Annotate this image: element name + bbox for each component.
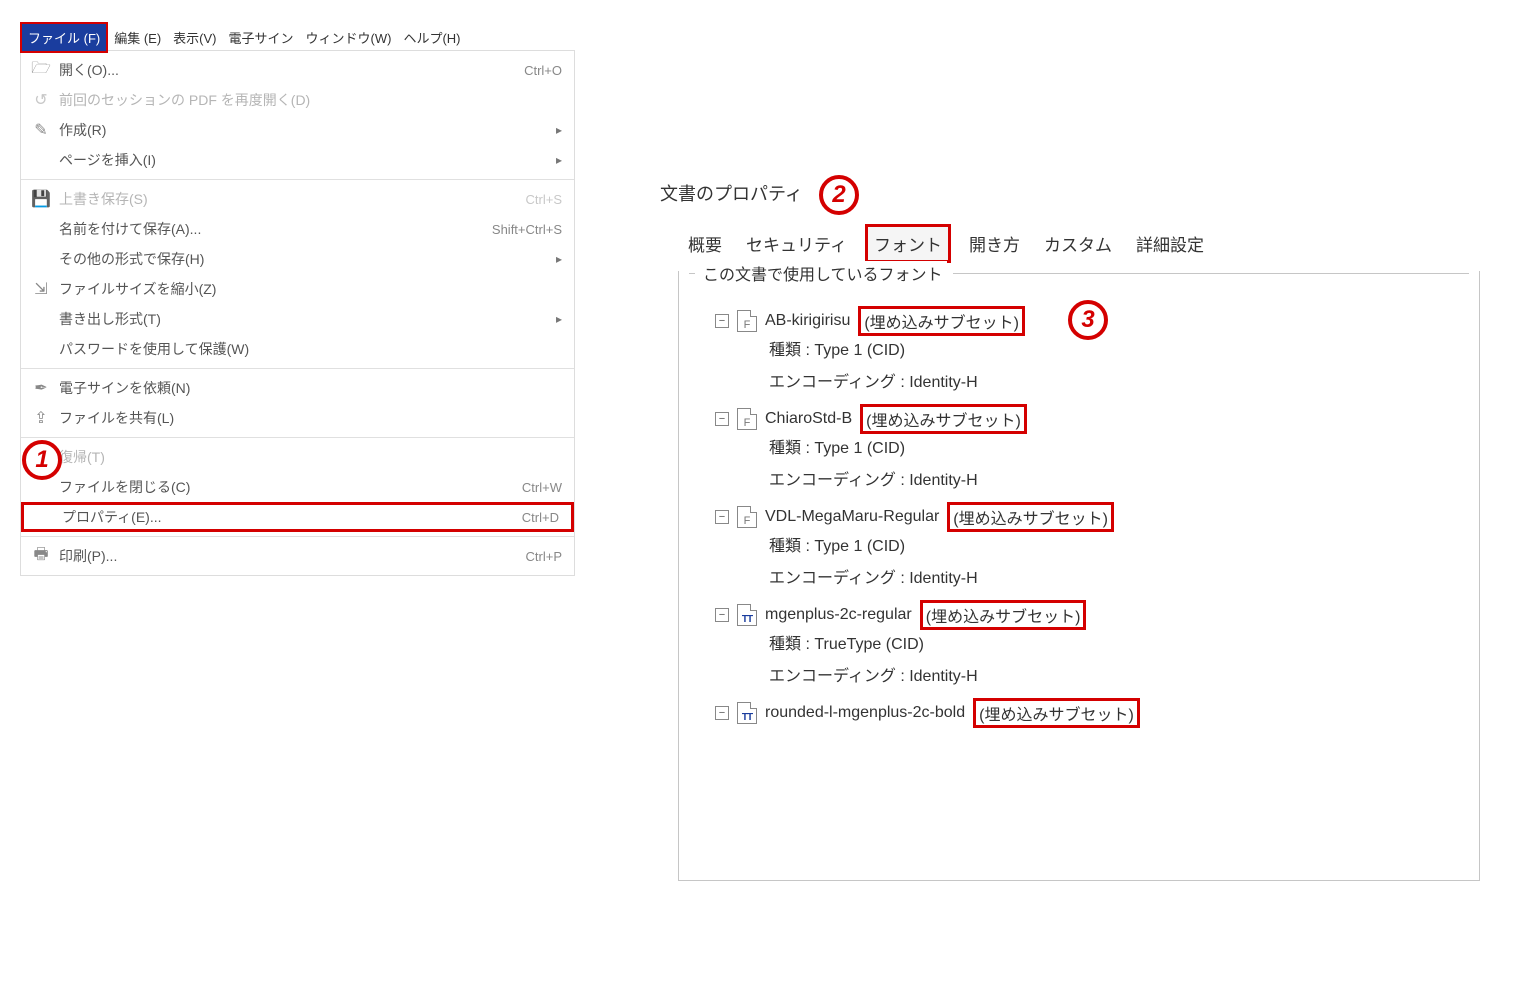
font-name: AB-kirigirisu — [765, 312, 850, 330]
font-encoding: エンコーディング : Identity-H — [769, 661, 1479, 693]
font-node: −TT mgenplus-2c-regular (埋め込みサブセット)種類 : T… — [715, 601, 1479, 693]
file-dropdown: 🗁 開く(O)... Ctrl+O ↺ 前回のセッションの PDF を再度開く(… — [20, 50, 575, 576]
font-name: ChiaroStd-B — [765, 410, 852, 428]
annotation-2: 2 — [819, 175, 859, 215]
fonts-group-title: この文書で使用しているフォント — [699, 261, 947, 285]
font-type: 種類 : Type 1 (CID) — [769, 531, 1479, 563]
file-menu-panel: ファイル (F) 編集 (E) 表示(V) 電子サイン ウィンドウ(W) ヘルプ… — [20, 26, 583, 576]
menubar-item-view[interactable]: 表示(V) — [167, 26, 222, 49]
tab-initial[interactable]: 開き方 — [963, 227, 1026, 260]
font-encoding: エンコーディング : Identity-H — [769, 367, 1479, 399]
folder-open-icon: 🗁 — [29, 57, 53, 84]
dialog-title: 文書のプロパティ — [660, 180, 1480, 224]
collapse-icon[interactable]: − — [715, 510, 729, 524]
share-icon: ⇪ — [29, 408, 53, 428]
signature-icon: ✒ — [29, 378, 53, 398]
menu-protect[interactable]: パスワードを使用して保護(W) — [21, 334, 574, 364]
menu-export[interactable]: 書き出し形式(T) ▸ — [21, 304, 574, 334]
save-icon: 💾 — [29, 189, 53, 209]
reduce-icon: ⇲ — [29, 279, 53, 299]
font-tree: −FAB-kirigirisu (埋め込みサブセット)種類 : Type 1 (… — [679, 307, 1479, 727]
menu-save-other[interactable]: その他の形式で保存(H) ▸ — [21, 244, 574, 274]
menu-reduce-size[interactable]: ⇲ ファイルサイズを縮小(Z) — [21, 274, 574, 304]
menu-close[interactable]: ファイルを閉じる(C) Ctrl+W — [21, 472, 574, 502]
history-icon: ↺ — [29, 90, 53, 110]
menu-save-as[interactable]: 名前を付けて保存(A)... Shift+Ctrl+S — [21, 214, 574, 244]
menu-reopen-last: ↺ 前回のセッションの PDF を再度開く(D) — [21, 85, 574, 115]
menubar-item-edit[interactable]: 編集 (E) — [108, 26, 167, 49]
font-node: −F VDL-MegaMaru-Regular (埋め込みサブセット)種類 : T… — [715, 503, 1479, 595]
font-type: 種類 : TrueType (CID) — [769, 629, 1479, 661]
menu-request-sign[interactable]: ✒ 電子サインを依頼(N) — [21, 373, 574, 403]
chevron-right-icon: ▸ — [550, 252, 562, 266]
annotation-1: 1 — [22, 440, 62, 480]
font-name: mgenplus-2c-regular — [765, 606, 912, 624]
collapse-icon[interactable]: − — [715, 314, 729, 328]
font-detail: 種類 : TrueType (CID)エンコーディング : Identity-H — [715, 629, 1479, 693]
dialog-tabs: 概要 セキュリティ フォント 開き方 カスタム 詳細設定 — [660, 224, 1480, 263]
create-icon: ✎ — [29, 120, 53, 140]
collapse-icon[interactable]: − — [715, 706, 729, 720]
font-node: −TT rounded-l-mgenplus-2c-bold (埋め込みサブセット… — [715, 699, 1479, 727]
truetype-font-icon: TT — [737, 702, 757, 724]
menubar-item-window[interactable]: ウィンドウ(W) — [300, 26, 398, 49]
font-row[interactable]: −F VDL-MegaMaru-Regular (埋め込みサブセット) — [715, 503, 1479, 531]
type1-font-icon: F — [737, 310, 757, 332]
menu-insert-page[interactable]: ページを挿入(I) ▸ — [21, 145, 574, 175]
chevron-right-icon: ▸ — [550, 123, 562, 137]
tab-custom[interactable]: カスタム — [1038, 227, 1118, 260]
font-detail: 種類 : Type 1 (CID)エンコーディング : Identity-H — [715, 335, 1479, 399]
embedded-subset-label: (埋め込みサブセット) — [858, 306, 1025, 336]
menu-open[interactable]: 🗁 開く(O)... Ctrl+O — [21, 55, 574, 85]
font-type: 種類 : Type 1 (CID) — [769, 335, 1479, 367]
type1-font-icon: F — [737, 506, 757, 528]
font-name: rounded-l-mgenplus-2c-bold — [765, 704, 965, 722]
font-name: VDL-MegaMaru-Regular — [765, 508, 939, 526]
embedded-subset-label: (埋め込みサブセット) — [860, 404, 1027, 434]
embedded-subset-label: (埋め込みサブセット) — [973, 698, 1140, 728]
menu-properties[interactable]: プロパティ(E)... Ctrl+D — [21, 502, 574, 532]
collapse-icon[interactable]: − — [715, 608, 729, 622]
font-node: −F ChiaroStd-B (埋め込みサブセット)種類 : Type 1 (CI… — [715, 405, 1479, 497]
font-detail: 種類 : Type 1 (CID)エンコーディング : Identity-H — [715, 531, 1479, 595]
menu-save: 💾 上書き保存(S) Ctrl+S — [21, 184, 574, 214]
chevron-right-icon: ▸ — [550, 153, 562, 167]
tab-security[interactable]: セキュリティ — [740, 227, 853, 260]
font-row[interactable]: −TT mgenplus-2c-regular (埋め込みサブセット) — [715, 601, 1479, 629]
menubar-item-esign[interactable]: 電子サイン — [223, 26, 300, 49]
fonts-group: この文書で使用しているフォント −FAB-kirigirisu (埋め込みサブセ… — [678, 271, 1480, 881]
menu-print[interactable]: 🖶 印刷(P)... Ctrl+P — [21, 541, 574, 571]
font-detail: 種類 : Type 1 (CID)エンコーディング : Identity-H — [715, 433, 1479, 497]
chevron-right-icon: ▸ — [550, 312, 562, 326]
tab-font[interactable]: フォント — [865, 224, 951, 263]
font-encoding: エンコーディング : Identity-H — [769, 465, 1479, 497]
menu-revert: 復帰(T) — [21, 442, 574, 472]
font-type: 種類 : Type 1 (CID) — [769, 433, 1479, 465]
embedded-subset-label: (埋め込みサブセット) — [920, 600, 1087, 630]
menubar: ファイル (F) 編集 (E) 表示(V) 電子サイン ウィンドウ(W) ヘルプ… — [20, 26, 583, 48]
print-icon: 🖶 — [29, 543, 53, 570]
embedded-subset-label: (埋め込みサブセット) — [947, 502, 1114, 532]
annotation-3: 3 — [1068, 300, 1108, 340]
properties-dialog: 文書のプロパティ 概要 セキュリティ フォント 開き方 カスタム 詳細設定 この… — [660, 180, 1480, 881]
menu-create[interactable]: ✎ 作成(R) ▸ — [21, 115, 574, 145]
font-encoding: エンコーディング : Identity-H — [769, 563, 1479, 595]
tab-advanced[interactable]: 詳細設定 — [1130, 227, 1210, 260]
font-row[interactable]: −F ChiaroStd-B (埋め込みサブセット) — [715, 405, 1479, 433]
menu-share[interactable]: ⇪ ファイルを共有(L) — [21, 403, 574, 433]
font-row[interactable]: −TT rounded-l-mgenplus-2c-bold (埋め込みサブセット… — [715, 699, 1479, 727]
menubar-item-help[interactable]: ヘルプ(H) — [397, 26, 466, 49]
truetype-font-icon: TT — [737, 604, 757, 626]
type1-font-icon: F — [737, 408, 757, 430]
tab-overview[interactable]: 概要 — [682, 227, 728, 260]
menubar-item-file[interactable]: ファイル (F) — [20, 22, 108, 53]
collapse-icon[interactable]: − — [715, 412, 729, 426]
